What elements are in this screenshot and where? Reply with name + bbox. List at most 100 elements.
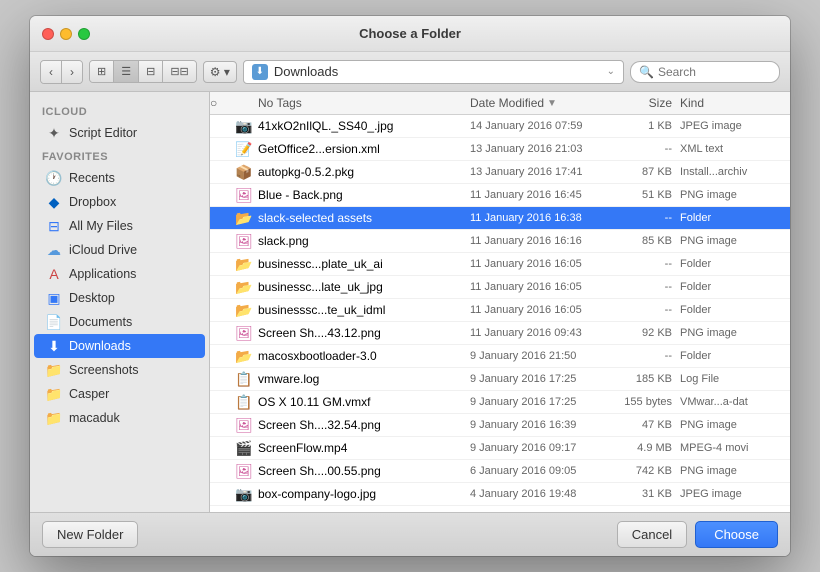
view-cover-button[interactable]: ⊟⊟ <box>163 61 195 82</box>
file-kind: PNG image <box>680 419 790 431</box>
table-row[interactable]: 📷 41xkO2nIlQL._SS40_.jpg 14 January 2016… <box>210 115 790 138</box>
sidebar-item-icloud-drive[interactable]: ☁ iCloud Drive <box>34 238 205 262</box>
file-kind: PNG image <box>680 327 790 339</box>
table-row[interactable]: 📂 businesssc...te_uk_idml 11 January 201… <box>210 299 790 322</box>
sidebar: iCloud ✦ Script Editor Favorites 🕐 Recen… <box>30 92 210 512</box>
file-type-icon: 🖼 <box>234 417 254 433</box>
file-name: autopkg-0.5.2.pkg <box>258 165 470 179</box>
file-size: 155 bytes <box>610 396 680 408</box>
sidebar-item-documents[interactable]: 📄 Documents <box>34 310 205 334</box>
file-kind: MPEG-4 movi <box>680 442 790 454</box>
file-kind: Folder <box>680 212 790 224</box>
script-editor-icon: ✦ <box>46 125 62 141</box>
window-title: Choose a Folder <box>359 26 461 41</box>
search-input[interactable] <box>658 65 790 79</box>
finder-window: Choose a Folder ‹ › ⊞ ☰ ⊟ ⊟⊟ ⚙ ▾ ⬇ Downl… <box>30 16 790 556</box>
cancel-button[interactable]: Cancel <box>617 521 687 548</box>
sidebar-item-all-my-files[interactable]: ⊟ All My Files <box>34 214 205 238</box>
sidebar-item-downloads[interactable]: ⬇ Downloads <box>34 334 205 358</box>
sidebar-item-label: Script Editor <box>69 126 137 140</box>
file-kind: JPEG image <box>680 511 790 512</box>
file-name: Screen Sh....00.55.png <box>258 464 470 478</box>
table-row[interactable]: 📦 autopkg-0.5.2.pkg 13 January 2016 17:4… <box>210 161 790 184</box>
location-bar[interactable]: ⬇ Downloads ⌄ <box>243 60 624 84</box>
table-row[interactable]: 🖼 Screen Sh....43.12.png 11 January 2016… <box>210 322 790 345</box>
th-name[interactable]: No Tags <box>258 96 470 110</box>
file-size: 85 KB <box>610 235 680 247</box>
table-row[interactable]: 📂 businessc...plate_uk_ai 11 January 201… <box>210 253 790 276</box>
table-row[interactable]: 📷 box-company-logo.jpg 4 January 2016 19… <box>210 483 790 506</box>
table-row[interactable]: 📂 slack-selected assets 11 January 2016 … <box>210 207 790 230</box>
location-folder-icon: ⬇ <box>252 64 268 80</box>
table-row[interactable]: 📝 GetOffice2...ersion.xml 13 January 201… <box>210 138 790 161</box>
file-name: businessc...plate_uk_ai <box>258 257 470 271</box>
choose-button[interactable]: Choose <box>695 521 778 548</box>
view-buttons: ⊞ ☰ ⊟ ⊟⊟ <box>89 60 197 83</box>
applications-icon: A <box>46 266 62 282</box>
sidebar-item-screenshots[interactable]: 📁 Screenshots <box>34 358 205 382</box>
recents-icon: 🕐 <box>46 170 62 186</box>
maximize-button[interactable] <box>78 28 90 40</box>
forward-button[interactable]: › <box>62 61 82 83</box>
sidebar-item-recents[interactable]: 🕐 Recents <box>34 166 205 190</box>
file-type-icon: 📂 <box>234 210 254 226</box>
table-scroll: 📷 41xkO2nIlQL._SS40_.jpg 14 January 2016… <box>210 115 790 512</box>
file-kind: Install...archiv <box>680 166 790 178</box>
sidebar-item-applications[interactable]: A Applications <box>34 262 205 286</box>
downloads-icon: ⬇ <box>46 338 62 354</box>
desktop-icon: ▣ <box>46 290 62 306</box>
th-kind[interactable]: Kind <box>680 96 790 110</box>
search-icon: 🔍 <box>639 65 654 79</box>
file-date: 13 January 2016 17:41 <box>470 166 610 178</box>
th-date[interactable]: Date Modified ▼ <box>470 96 610 110</box>
sidebar-item-casper[interactable]: 📁 Casper <box>34 382 205 406</box>
file-type-icon: 📷 <box>234 118 254 134</box>
sidebar-item-script-editor[interactable]: ✦ Script Editor <box>34 121 205 145</box>
toolbar: ‹ › ⊞ ☰ ⊟ ⊟⊟ ⚙ ▾ ⬇ Downloads ⌄ 🔍 <box>30 52 790 92</box>
table-row[interactable]: 🎬 ScreenFlow.mp4 9 January 2016 09:17 4.… <box>210 437 790 460</box>
action-button[interactable]: ⚙ ▾ <box>203 61 237 83</box>
file-size: -- <box>610 258 680 270</box>
back-button[interactable]: ‹ <box>41 61 62 83</box>
close-button[interactable] <box>42 28 54 40</box>
dropbox-icon: ◆ <box>46 194 62 210</box>
table-row[interactable]: 📂 businessc...late_uk_jpg 11 January 201… <box>210 276 790 299</box>
file-kind: Folder <box>680 304 790 316</box>
all-files-icon: ⊟ <box>46 218 62 234</box>
nav-buttons: ‹ › <box>40 60 83 84</box>
file-date: 14 January 2016 07:59 <box>470 120 610 132</box>
sidebar-item-desktop[interactable]: ▣ Desktop <box>34 286 205 310</box>
sidebar-item-dropbox[interactable]: ◆ Dropbox <box>34 190 205 214</box>
file-type-icon: 📂 <box>234 348 254 364</box>
file-size: -- <box>610 350 680 362</box>
file-kind: JPEG image <box>680 488 790 500</box>
table-row[interactable]: 📋 vmware.log 9 January 2016 17:25 185 KB… <box>210 368 790 391</box>
sidebar-item-label: Applications <box>69 267 136 281</box>
view-column-button[interactable]: ⊟ <box>139 61 163 82</box>
file-type-icon: 📋 <box>234 371 254 387</box>
sidebar-icloud-header: iCloud <box>30 100 209 121</box>
minimize-button[interactable] <box>60 28 72 40</box>
file-size: 92 KB <box>610 327 680 339</box>
table-row[interactable]: 🖼 Blue - Back.png 11 January 2016 16:45 … <box>210 184 790 207</box>
titlebar: Choose a Folder <box>30 16 790 52</box>
view-list-button[interactable]: ☰ <box>114 61 139 82</box>
file-type-icon: 🖼 <box>234 233 254 249</box>
file-type-icon: 📋 <box>234 394 254 410</box>
table-row[interactable]: 🖼 slack.png 11 January 2016 16:16 85 KB … <box>210 230 790 253</box>
table-row[interactable]: 📷 box.logo_.jpg 4 January 2016 19:00 24 … <box>210 506 790 512</box>
file-kind: Folder <box>680 350 790 362</box>
table-header: ○ No Tags Date Modified ▼ Size Kind <box>210 92 790 115</box>
th-size[interactable]: Size <box>610 96 680 110</box>
table-row[interactable]: 📂 macosxbootloader-3.0 9 January 2016 21… <box>210 345 790 368</box>
sidebar-item-macaduk[interactable]: 📁 macaduk <box>34 406 205 430</box>
sidebar-item-label: macaduk <box>69 411 120 425</box>
file-date: 9 January 2016 09:17 <box>470 442 610 454</box>
file-date: 11 January 2016 16:05 <box>470 258 610 270</box>
table-row[interactable]: 📋 OS X 10.11 GM.vmxf 9 January 2016 17:2… <box>210 391 790 414</box>
table-row[interactable]: 🖼 Screen Sh....00.55.png 6 January 2016 … <box>210 460 790 483</box>
sort-arrow-icon: ▼ <box>547 98 557 109</box>
table-row[interactable]: 🖼 Screen Sh....32.54.png 9 January 2016 … <box>210 414 790 437</box>
view-icon-button[interactable]: ⊞ <box>90 61 114 82</box>
new-folder-button[interactable]: New Folder <box>42 521 138 548</box>
